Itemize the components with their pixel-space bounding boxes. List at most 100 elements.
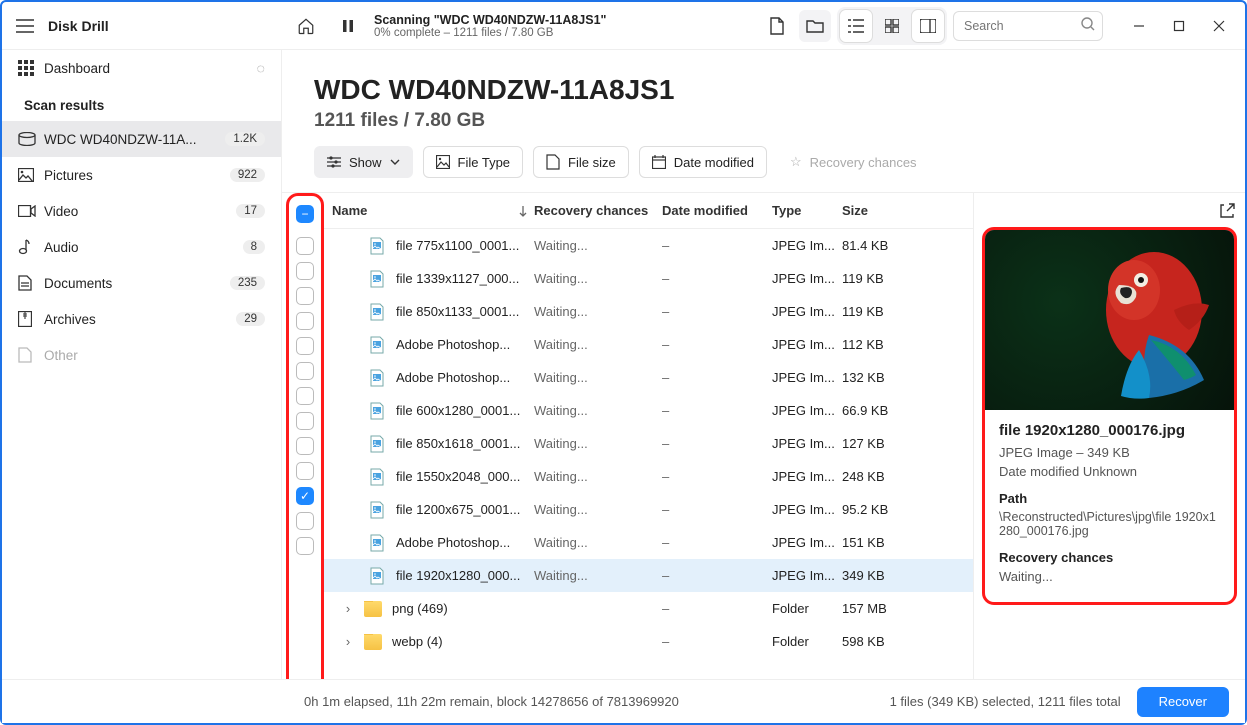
column-header-type[interactable]: Type [772,203,842,218]
file-size: 127 KB [842,436,916,451]
preview-recovery-label: Recovery chances [999,550,1220,565]
file-size: 119 KB [842,271,916,286]
preview-card-highlight: file 1920x1280_000176.jpg JPEG Image – 3… [982,227,1237,605]
file-size: 157 MB [842,601,916,616]
row-checkbox[interactable] [296,237,314,255]
sidebar-item-label: Archives [44,312,236,327]
show-dropdown[interactable]: Show [314,146,413,178]
folder-row[interactable]: ›webp (4) – Folder 598 KB [324,625,973,658]
home-icon[interactable] [290,10,322,42]
sidebar-item-archive[interactable]: Archives 29 [2,301,281,337]
sidebar-item-other[interactable]: Other [2,337,281,373]
row-checkbox[interactable] [296,262,314,280]
audio-icon [18,239,36,255]
row-checkbox[interactable] [296,337,314,355]
row-checkbox[interactable]: ✓ [296,487,314,505]
file-row[interactable]: Adobe Photoshop... Waiting... – JPEG Im.… [324,328,973,361]
sidebar-item-label: Dashboard [44,61,265,76]
pause-icon[interactable] [332,10,364,42]
maximize-button[interactable] [1159,10,1199,42]
file-name: file 1920x1280_000... [396,568,520,583]
select-all-checkbox[interactable]: − [296,205,314,223]
column-header-name[interactable]: Name [324,203,534,218]
filter-filesize[interactable]: File size [533,146,629,178]
recovery-status: Waiting... [534,568,662,583]
sidebar-item-drive[interactable]: WDC WD40NDZW-11A... 1.2K [2,121,281,157]
minimize-button[interactable] [1119,10,1159,42]
file-type: Folder [772,634,842,649]
count-badge: 922 [230,168,265,182]
file-row[interactable]: Adobe Photoshop... Waiting... – JPEG Im.… [324,526,973,559]
row-checkbox[interactable] [296,287,314,305]
file-icon[interactable] [761,10,793,42]
date-modified: – [662,535,772,550]
sidebar-item-video[interactable]: Video 17 [2,193,281,229]
file-type: JPEG Im... [772,304,842,319]
file-row[interactable]: file 850x1618_0001... Waiting... – JPEG … [324,427,973,460]
loading-spinner-icon: ◌ [257,60,265,76]
window-controls [1119,10,1239,42]
file-name: webp (4) [392,634,443,649]
file-row[interactable]: file 1339x1127_000... Waiting... – JPEG … [324,262,973,295]
sidebar-item-dashboard[interactable]: Dashboard ◌ [2,50,281,86]
recovery-status: Waiting... [534,238,662,253]
recover-button[interactable]: Recover [1137,687,1229,717]
file-row[interactable]: file 1200x675_0001... Waiting... – JPEG … [324,493,973,526]
file-size: 132 KB [842,370,916,385]
drive-icon [18,132,36,146]
file-row[interactable]: file 1550x2048_000... Waiting... – JPEG … [324,460,973,493]
column-header-date[interactable]: Date modified [662,203,772,218]
status-selection: 1 files (349 KB) selected, 1211 files to… [890,694,1121,709]
date-modified: – [662,568,772,583]
dashboard-icon [18,60,36,76]
recovery-status: Waiting... [534,469,662,484]
sidebar-item-audio[interactable]: Audio 8 [2,229,281,265]
count-badge: 235 [230,276,265,290]
file-name: Adobe Photoshop... [396,337,510,352]
row-checkbox[interactable] [296,512,314,530]
hamburger-icon[interactable] [16,19,34,33]
open-external-icon[interactable] [1215,199,1239,223]
row-checkbox[interactable] [296,412,314,430]
expand-arrow-icon[interactable]: › [342,601,354,616]
file-row[interactable]: file 775x1100_0001... Waiting... – JPEG … [324,229,973,262]
filter-datemodified[interactable]: Date modified [639,146,767,178]
panel-view-icon[interactable] [912,10,944,42]
folder-row[interactable]: ›png (469) – Folder 157 MB [324,592,973,625]
file-row[interactable]: file 600x1280_0001... Waiting... – JPEG … [324,394,973,427]
expand-arrow-icon[interactable]: › [342,634,354,649]
file-type: JPEG Im... [772,535,842,550]
row-checkbox[interactable] [296,312,314,330]
sidebar-item-label: Audio [44,240,243,255]
preview-filename: file 1920x1280_000176.jpg [999,422,1220,439]
list-view-icon[interactable] [840,10,872,42]
search-icon[interactable] [1081,17,1095,31]
grid-view-icon[interactable] [876,10,908,42]
row-checkbox[interactable] [296,437,314,455]
file-row[interactable]: file 1920x1280_000... Waiting... – JPEG … [324,559,973,592]
file-size: 95.2 KB [842,502,916,517]
row-checkbox[interactable] [296,537,314,555]
count-badge: 17 [236,204,265,218]
image-icon [18,168,36,182]
file-row[interactable]: file 850x1133_0001... Waiting... – JPEG … [324,295,973,328]
close-button[interactable] [1199,10,1239,42]
preview-datemodified: Date modified Unknown [999,464,1220,479]
folder-icon [364,601,382,617]
sidebar-section-scan-results: Scan results [2,86,281,121]
row-checkbox[interactable] [296,462,314,480]
file-row[interactable]: Adobe Photoshop... Waiting... – JPEG Im.… [324,361,973,394]
sliders-icon [327,156,341,168]
row-checkbox[interactable] [296,362,314,380]
sidebar-item-doc[interactable]: Documents 235 [2,265,281,301]
filter-filetype[interactable]: File Type [423,146,524,178]
column-header-recovery[interactable]: Recovery chances [534,203,662,218]
column-header-size[interactable]: Size [842,203,916,218]
sidebar-item-image[interactable]: Pictures 922 [2,157,281,193]
file-size: 119 KB [842,304,916,319]
jpeg-file-icon [368,369,386,387]
date-modified: – [662,337,772,352]
row-checkbox[interactable] [296,387,314,405]
folder-icon[interactable] [799,10,831,42]
date-modified: – [662,238,772,253]
